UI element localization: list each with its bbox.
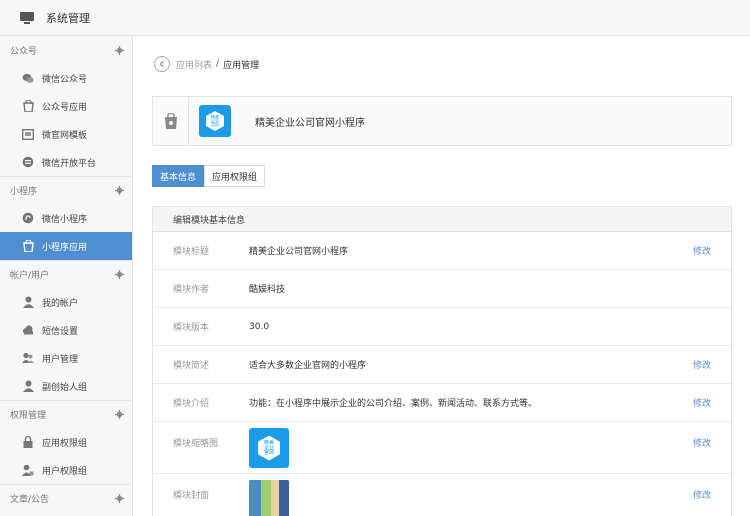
sidebar-item-my-account[interactable]: 我的帐户	[0, 288, 132, 316]
sidebar-item-label: 微信公众号	[42, 74, 88, 85]
sidebar-item-vice-founder-group[interactable]: 副创始人组	[0, 372, 132, 400]
table-row: 模块版本 30.0	[153, 308, 731, 346]
main-content: 应用列表 / 应用管理 精美 企业 官网 精美企业公司官网小程序 基本信息 应用…	[134, 36, 750, 516]
sidebar-item-label: 用户管理	[42, 354, 79, 365]
gear-icon[interactable]	[115, 186, 124, 195]
sidebar-group-permissions[interactable]: 权限管理	[0, 400, 132, 428]
sidebar-item-mini-program-apps[interactable]: 小程序应用	[0, 232, 132, 260]
module-info-panel: 编辑模块基本信息 模块标题 精美企业公司官网小程序 修改 模块作者 酷娱科技 模…	[152, 206, 732, 516]
lock-icon	[22, 436, 34, 448]
sidebar-item-label: 用户权限组	[42, 466, 88, 477]
user-icon	[22, 296, 34, 308]
platform-icon	[22, 156, 34, 168]
sidebar-item-open-platform[interactable]: 微信开放平台	[0, 148, 132, 176]
top-bar: 系统管理	[0, 0, 750, 36]
template-icon	[22, 128, 34, 140]
table-row: 模块封面 修改	[153, 474, 731, 516]
sidebar-item-user-management[interactable]: 用户管理	[0, 344, 132, 372]
table-row: 模块缩略图 精美 企业 官网 修改	[153, 422, 731, 474]
sidebar-item-user-permission-group[interactable]: 用户权限组	[0, 456, 132, 484]
app-name: 精美企业公司官网小程序	[255, 117, 365, 129]
edit-link[interactable]: 修改	[693, 358, 711, 371]
table-row: 模块介绍 功能：在小程序中展示企业的公司介绍、案例、新闻活动、联系方式等。 修改	[153, 384, 731, 422]
edit-link[interactable]: 修改	[693, 488, 711, 501]
module-cover-image	[249, 480, 289, 516]
miniprogram-icon	[22, 212, 34, 224]
sidebar-item-label: 副创始人组	[42, 382, 88, 393]
gear-icon[interactable]	[115, 410, 124, 419]
wechat-icon	[22, 72, 34, 84]
row-label: 模块封面	[173, 491, 210, 501]
sidebar-group-label: 权限管理	[10, 411, 47, 421]
sidebar: 公众号 微信公众号 公众号应用 微官网模板 微信开放平台 小程序 微信小程序 小…	[0, 36, 133, 516]
sidebar-item-label: 小程序应用	[42, 242, 88, 253]
sidebar-group-mini-program[interactable]: 小程序	[0, 176, 132, 204]
sidebar-group-label: 小程序	[10, 187, 38, 197]
monitor-icon	[20, 11, 34, 24]
sidebar-item-wechat-mini-program[interactable]: 微信小程序	[0, 204, 132, 232]
row-label: 模块作者	[173, 285, 210, 295]
row-label: 模块缩略图	[173, 439, 219, 449]
sidebar-item-label: 公众号应用	[42, 102, 88, 113]
panel-title: 编辑模块基本信息	[153, 207, 731, 232]
sidebar-group-account-user[interactable]: 帐户/用户	[0, 260, 132, 288]
row-value: 功能：在小程序中展示企业的公司介绍、案例、新闻活动、联系方式等。	[249, 399, 538, 409]
table-row: 模块简述 适合大多数企业官网的小程序 修改	[153, 346, 731, 384]
table-row: 模块标题 精美企业公司官网小程序 修改	[153, 232, 731, 270]
sidebar-group-official-account[interactable]: 公众号	[0, 36, 132, 64]
sidebar-item-label: 微信小程序	[42, 214, 88, 225]
sidebar-group-label: 公众号	[10, 46, 38, 57]
row-label: 模块简述	[173, 361, 210, 371]
sidebar-group-label: 帐户/用户	[10, 271, 50, 281]
breadcrumb-current: 应用管理	[223, 60, 260, 71]
table-row: 模块作者 酷娱科技	[153, 270, 731, 308]
back-arrow-icon[interactable]	[154, 56, 170, 72]
app-header-card: 精美 企业 官网 精美企业公司官网小程序	[152, 96, 732, 146]
row-label: 模块介绍	[173, 399, 210, 409]
gear-icon[interactable]	[115, 494, 124, 503]
app-logo: 精美 企业 官网	[199, 105, 231, 137]
users-icon	[22, 352, 34, 364]
row-value: 30.0	[249, 321, 270, 332]
logo-text-line: 官网	[263, 449, 274, 456]
logo-text-line: 官网	[211, 122, 219, 127]
sidebar-item-app-permission-group[interactable]: 应用权限组	[0, 428, 132, 456]
sidebar-group-articles[interactable]: 文章/公告	[0, 484, 132, 512]
sidebar-group-label: 文章/公告	[10, 495, 50, 505]
breadcrumb-separator: /	[216, 59, 220, 69]
cloud-icon	[22, 324, 34, 336]
user-lock-icon	[22, 464, 34, 476]
tab-basic-info[interactable]: 基本信息	[152, 165, 205, 187]
edit-link[interactable]: 修改	[693, 244, 711, 257]
breadcrumb: 应用列表 / 应用管理	[154, 56, 259, 72]
edit-link[interactable]: 修改	[693, 436, 711, 449]
row-value: 适合大多数企业官网的小程序	[249, 361, 367, 371]
tab-app-permission-group[interactable]: 应用权限组	[204, 165, 266, 187]
sidebar-item-label: 短信设置	[42, 326, 79, 337]
sidebar-item-micro-site-template[interactable]: 微官网模板	[0, 120, 132, 148]
breadcrumb-app-list-link[interactable]: 应用列表	[176, 58, 212, 71]
bag-icon	[22, 100, 34, 112]
sidebar-item-label: 微信开放平台	[42, 158, 97, 169]
row-value: 酷娱科技	[249, 285, 286, 295]
system-title: 系统管理	[46, 11, 90, 25]
sidebar-item-label: 微官网模板	[42, 130, 88, 141]
row-label: 模块版本	[173, 323, 210, 333]
gear-icon[interactable]	[115, 45, 124, 55]
module-thumbnail: 精美 企业 官网	[249, 428, 289, 468]
row-value: 精美企业公司官网小程序	[249, 247, 349, 257]
gear-icon[interactable]	[115, 270, 124, 279]
sidebar-item-label: 我的帐户	[42, 298, 79, 309]
user-group-icon	[22, 380, 34, 392]
sidebar-item-wechat-account[interactable]: 微信公众号	[0, 64, 132, 92]
bag-icon	[153, 97, 189, 145]
bag-icon	[22, 240, 34, 252]
edit-link[interactable]: 修改	[693, 396, 711, 409]
sidebar-item-sms-settings[interactable]: 短信设置	[0, 316, 132, 344]
row-label: 模块标题	[173, 247, 210, 257]
sidebar-item-label: 应用权限组	[42, 438, 88, 449]
tab-bar: 基本信息 应用权限组	[152, 165, 266, 187]
sidebar-item-account-apps[interactable]: 公众号应用	[0, 92, 132, 120]
